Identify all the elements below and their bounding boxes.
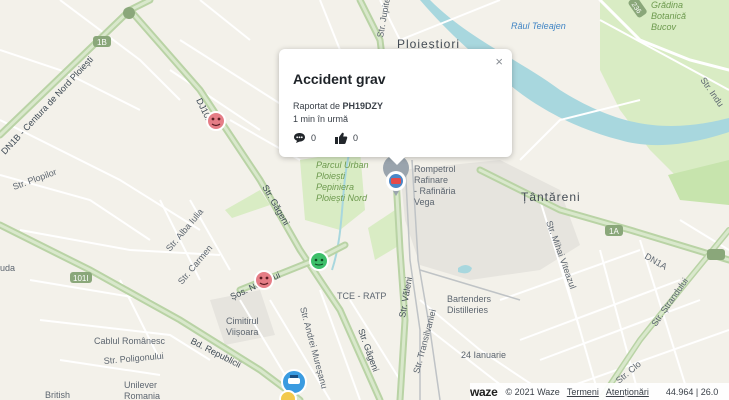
close-icon[interactable]: × (495, 54, 503, 69)
label-british: British (45, 390, 70, 400)
thanks-count: 0 (353, 133, 359, 143)
report-time: 1 min în urmă (293, 114, 349, 124)
copyright: © 2021 Waze (505, 386, 560, 397)
label-uda: uda (0, 263, 15, 273)
comment-count: 0 (311, 133, 317, 143)
hazard-marker-2[interactable] (254, 270, 274, 290)
thumbs-up-icon (335, 132, 348, 144)
label-tantareni: Țântăreni (521, 190, 581, 204)
road-badge-top-left (123, 7, 135, 19)
hazard-marker-yellow[interactable] (279, 390, 297, 400)
terms-link[interactable]: Termeni (567, 387, 599, 397)
label-rau-teleajen: Râul Teleajen (511, 21, 566, 31)
road-badge-right (707, 249, 725, 260)
report-popup: × Accident grav Raportat de PH19DZY 1 mi… (279, 49, 512, 165)
reported-by-prefix: Raportat de (293, 101, 341, 111)
label-bartenders: Bartenders Distilleries (447, 294, 492, 315)
svg-text:101I: 101I (73, 274, 89, 283)
road-badge-101i: 101I (70, 272, 92, 283)
comment-icon (294, 133, 305, 143)
svg-text:1B: 1B (97, 38, 107, 47)
hazard-marker-1[interactable] (206, 111, 226, 131)
chat-marker[interactable] (309, 251, 329, 271)
svg-text:1A: 1A (609, 227, 619, 236)
label-cablul: Cablul Românesc (94, 336, 166, 346)
map-footer: waze © 2021 Waze Termeni Atenționări 44.… (470, 383, 729, 400)
label-24-ianuarie: 24 Ianuarie (461, 350, 506, 360)
waze-logo: waze (470, 384, 498, 399)
thanks-button[interactable]: 0 (334, 132, 358, 144)
notices-link[interactable]: Atenționări (606, 387, 649, 397)
label-cimitirul: Cimitirul Viișoara (226, 316, 259, 337)
label-tce-ratp: TCE - RATP (337, 291, 386, 301)
reporter-name: PH19DZY (342, 101, 384, 111)
road-badge-1b: 1B (93, 36, 111, 47)
reported-by: Raportat de PH19DZY (293, 101, 498, 111)
road-badge-1a: 1A (605, 225, 623, 236)
coordinates-readout: 44.964 | 26.0 (665, 386, 719, 397)
report-actions: 0 0 (293, 132, 498, 144)
comment-button[interactable]: 0 (293, 132, 316, 144)
report-title: Accident grav (293, 71, 386, 87)
